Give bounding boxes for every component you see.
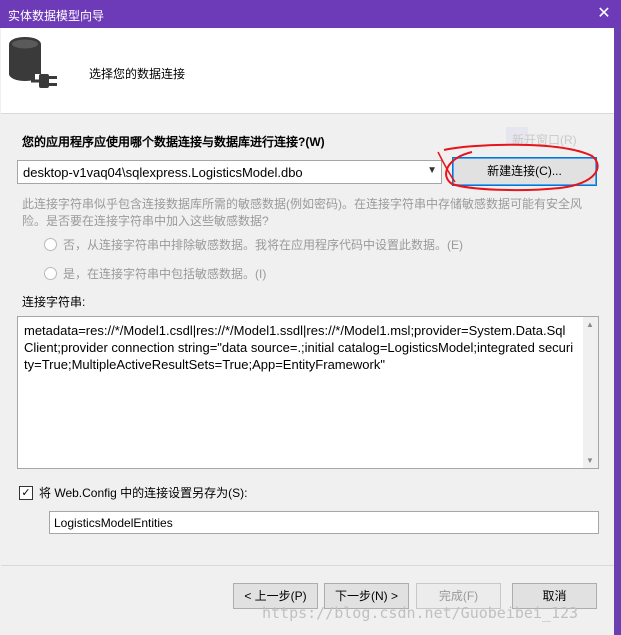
background-window-text: 新开窗口(R) — [512, 133, 577, 147]
title-bar: 实体数据模型向导 ✕ — [0, 0, 621, 28]
save-settings-checkbox-row[interactable]: ✓ 将 Web.Config 中的连接设置另存为(S): — [19, 484, 247, 501]
connection-question-label: 您的应用程序应使用哪个数据连接与数据库进行连接?(W) — [22, 135, 325, 149]
include-sensitive-option[interactable]: 是，在连接字符串中包括敏感数据。(I) — [44, 265, 266, 282]
entity-data-model-wizard: 实体数据模型向导 ✕ 选择您的数据连接 您的应用程序应使用哪个数据连接与数据库进… — [0, 0, 621, 635]
new-connection-button[interactable]: 新建连接(C)... — [452, 157, 597, 186]
entity-name-input[interactable]: LogisticsModelEntities — [49, 511, 599, 534]
exclude-sensitive-option[interactable]: 否，从连接字符串中排除敏感数据。我将在应用程序代码中设置此数据。(E) — [44, 236, 463, 253]
watermark-text: https://blog.csdn.net/Guobeibei_123 — [262, 604, 579, 622]
entity-name-value: LogisticsModelEntities — [54, 516, 173, 530]
vertical-scrollbar[interactable]: ▲ ▼ — [583, 317, 598, 468]
wizard-step-title: 选择您的数据连接 — [89, 67, 186, 81]
window-edge — [614, 28, 621, 635]
connection-string-label: 连接字符串: — [22, 295, 86, 309]
scroll-up-icon[interactable]: ▲ — [586, 320, 594, 329]
sensitive-data-description: 此连接字符串似乎包含连接数据库所需的敏感数据(例如密码)。在连接字符串中存储敏感… — [22, 197, 582, 228]
database-plug-icon — [9, 37, 57, 88]
save-settings-checkbox[interactable]: ✓ — [19, 485, 33, 500]
exclude-sensitive-label: 否，从连接字符串中排除敏感数据。我将在应用程序代码中设置此数据。(E) — [63, 238, 463, 252]
close-icon[interactable]: ✕ — [587, 0, 621, 28]
include-sensitive-label: 是，在连接字符串中包括敏感数据。(I) — [63, 267, 267, 281]
radio-exclude[interactable] — [44, 238, 57, 252]
radio-include[interactable] — [44, 267, 57, 281]
connection-string-box[interactable]: metadata=res://*/Model1.csdl|res://*/Mod… — [17, 316, 599, 469]
window-title: 实体数据模型向导 — [8, 9, 105, 23]
data-connection-value: desktop-v1vaq04\sqlexpress.LogisticsMode… — [23, 165, 303, 180]
wizard-header: 选择您的数据连接 — [1, 28, 614, 114]
save-settings-label: 将 Web.Config 中的连接设置另存为(S): — [39, 486, 248, 500]
connection-string-text: metadata=res://*/Model1.csdl|res://*/Mod… — [24, 323, 574, 372]
chevron-down-icon[interactable]: ▼ — [427, 165, 437, 176]
footer-divider — [1, 565, 614, 566]
scroll-down-icon[interactable]: ▼ — [586, 456, 594, 465]
data-connection-dropdown[interactable]: desktop-v1vaq04\sqlexpress.LogisticsMode… — [17, 160, 442, 184]
